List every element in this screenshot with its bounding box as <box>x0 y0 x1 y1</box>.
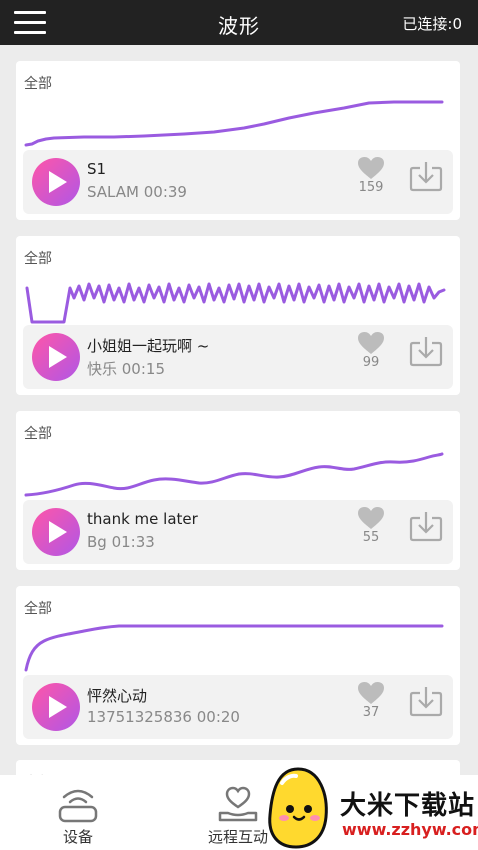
play-icon <box>49 696 67 718</box>
download-icon <box>409 687 443 717</box>
download-icon <box>409 512 443 542</box>
like-count: 159 <box>358 180 384 195</box>
card-category: 全部 <box>24 251 52 267</box>
play-icon <box>49 171 67 193</box>
heart-icon <box>358 157 384 179</box>
like-button[interactable]: 159 <box>353 156 389 196</box>
card-category: 全部 <box>24 76 52 92</box>
track-row: thank me later Bg 01:33 55 <box>23 500 453 564</box>
play-button[interactable] <box>32 333 80 381</box>
track-subtitle: Bg 01:33 <box>87 533 155 551</box>
track-title: thank me later <box>87 510 198 528</box>
play-icon <box>49 521 67 543</box>
like-button[interactable]: 99 <box>353 331 389 371</box>
track-subtitle: SALAM 00:39 <box>87 183 187 201</box>
track-row: 怦然心动 13751325836 00:20 37 <box>23 675 453 739</box>
waveform-card-partial: 全部 <box>16 760 460 775</box>
connection-status: 已连接:0 <box>402 15 462 33</box>
heart-icon <box>358 682 384 704</box>
heart-icon <box>358 507 384 529</box>
like-button[interactable]: 37 <box>353 681 389 721</box>
download-button[interactable] <box>409 510 443 542</box>
nav-devices-label: 设备 <box>62 828 93 846</box>
download-icon <box>409 162 443 192</box>
device-wifi-icon <box>58 789 98 823</box>
track-title: 怦然心动 <box>87 687 148 705</box>
top-bar: 波形 已连接:0 <box>0 0 478 45</box>
like-count: 55 <box>362 530 380 545</box>
waveform-graph <box>24 100 444 147</box>
play-button[interactable] <box>32 683 80 731</box>
track-title: 小姐姐一起玩啊 ~ <box>87 337 210 355</box>
track-subtitle: 快乐 00:15 <box>87 360 165 378</box>
waveform-list: 全部 S1 SALAM 00:39 159 全部 小姐姐一起玩啊 ~ 快乐 00… <box>0 45 478 775</box>
heart-hand-icon <box>218 786 258 822</box>
track-row: S1 SALAM 00:39 159 <box>23 150 453 214</box>
track-subtitle: 13751325836 00:20 <box>87 708 240 726</box>
nav-remote-label: 远程互动 <box>207 828 268 846</box>
card-category: 全部 <box>24 601 52 617</box>
like-count: 37 <box>362 705 380 720</box>
download-button[interactable] <box>409 160 443 192</box>
download-button[interactable] <box>409 685 443 717</box>
waveform-card: 全部 小姐姐一起玩啊 ~ 快乐 00:15 99 <box>16 236 460 395</box>
track-title: S1 <box>87 160 107 178</box>
nav-devices[interactable]: 设备 <box>28 783 128 847</box>
bottom-navigation: 设备 远程互动 <box>0 775 478 850</box>
play-icon <box>49 346 67 368</box>
waveform-card: 全部 怦然心动 13751325836 00:20 37 <box>16 586 460 745</box>
nav-remote[interactable]: 远程互动 <box>188 783 288 847</box>
download-button[interactable] <box>409 335 443 367</box>
waveform-graph <box>24 624 444 672</box>
play-button[interactable] <box>32 508 80 556</box>
waveform-graph <box>24 452 444 497</box>
like-button[interactable]: 55 <box>353 506 389 546</box>
download-icon <box>409 337 443 367</box>
waveform-card: 全部 thank me later Bg 01:33 55 <box>16 411 460 570</box>
waveform-card: 全部 S1 SALAM 00:39 159 <box>16 61 460 220</box>
heart-icon <box>358 332 384 354</box>
play-button[interactable] <box>32 158 80 206</box>
waveform-graph <box>25 282 446 324</box>
track-row: 小姐姐一起玩啊 ~ 快乐 00:15 99 <box>23 325 453 389</box>
card-category: 全部 <box>24 426 52 442</box>
like-count: 99 <box>362 355 380 370</box>
